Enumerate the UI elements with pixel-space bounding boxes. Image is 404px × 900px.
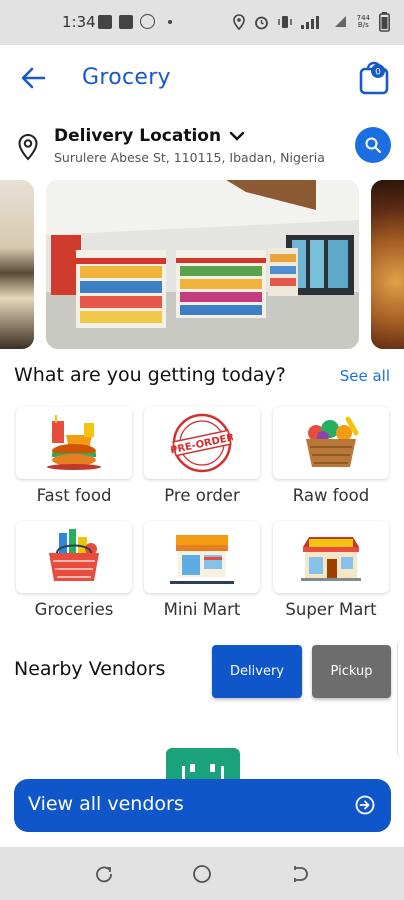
- category-label: Super Mart: [285, 600, 377, 619]
- category-label: Raw food: [292, 486, 370, 505]
- grocery-store-interior-image[interactable]: [46, 180, 359, 349]
- category-label: Pre order: [164, 486, 240, 505]
- home-icon[interactable]: [192, 864, 212, 884]
- delivery-toggle-button[interactable]: Delivery: [212, 645, 302, 698]
- view-all-vendors-button[interactable]: View all vendors: [14, 779, 391, 832]
- status-left-icons: [98, 14, 172, 29]
- super-mart-icon: [301, 537, 361, 581]
- grocery-basket-icon: [49, 529, 99, 581]
- category-fast-food[interactable]: Fast food: [16, 407, 132, 505]
- nearby-vendors-title: Nearby Vendors: [14, 658, 166, 680]
- category-fast-food-tile: [16, 407, 132, 479]
- chevron-down-icon: [229, 131, 245, 141]
- system-nav-bar: [0, 847, 404, 900]
- cooked-food-image[interactable]: [371, 180, 404, 349]
- category-pre-order-tile: PRE-ORDER: [144, 407, 260, 479]
- status-right-icons: 744 B/s: [232, 12, 390, 32]
- location-pin-icon: [18, 133, 38, 161]
- back-nav-icon[interactable]: [290, 864, 310, 884]
- battery-icon: [379, 12, 390, 32]
- app-bar: Grocery 0: [0, 45, 404, 113]
- search-icon: [365, 137, 381, 153]
- fast-food-icon: [47, 415, 101, 470]
- category-label: Fast food: [36, 486, 112, 505]
- delivery-location-bar: Delivery Location Surulere Abese St, 110…: [0, 120, 404, 172]
- signal-icon: [300, 16, 319, 29]
- grains-market-image[interactable]: [0, 180, 34, 349]
- facebook-icon: [119, 14, 133, 29]
- delivery-address: Surulere Abese St, 110115, Ibadan, Niger…: [54, 150, 325, 165]
- store-illustration: [46, 180, 359, 349]
- category-label: Groceries: [34, 600, 114, 619]
- category-groceries[interactable]: Groceries: [16, 521, 132, 619]
- category-pre-order[interactable]: PRE-ORDER Pre order: [144, 407, 260, 505]
- t-app-icon: [98, 14, 112, 29]
- horizontal-scroll-edge: [397, 640, 404, 758]
- network-speed-unit: B/s: [357, 21, 369, 29]
- shazam-icon: [140, 14, 155, 29]
- pickup-toggle-button[interactable]: Pickup: [312, 645, 391, 698]
- promo-carousel[interactable]: [0, 180, 404, 350]
- vegetable-basket-icon: [306, 416, 359, 467]
- status-time: 1:34: [62, 13, 96, 31]
- see-all-link[interactable]: See all: [340, 367, 390, 385]
- mini-mart-icon: [170, 535, 234, 584]
- arrow-right-circle-icon: [355, 795, 375, 815]
- pre-order-stamp-icon: PRE-ORDER: [171, 413, 233, 473]
- delivery-location-selector[interactable]: Delivery Location: [54, 126, 245, 146]
- category-label: Mini Mart: [163, 600, 241, 619]
- recent-apps-icon[interactable]: [94, 864, 114, 884]
- category-groceries-tile: [16, 521, 132, 593]
- search-button[interactable]: [355, 127, 391, 163]
- view-all-vendors-label: View all vendors: [28, 793, 184, 815]
- status-bar: 1:34 744 B/s: [0, 0, 404, 45]
- cart-icon[interactable]: 0: [359, 61, 389, 95]
- back-arrow-icon[interactable]: [18, 64, 48, 92]
- category-mini-mart-tile: [144, 521, 260, 593]
- categories-header: What are you getting today? See all: [14, 362, 390, 392]
- categories-title: What are you getting today?: [14, 364, 286, 386]
- location-icon: [232, 14, 245, 30]
- wifi-icon: [334, 16, 346, 27]
- category-super-mart-tile: [273, 521, 389, 593]
- network-speed: 744 B/s: [357, 15, 370, 29]
- alarm-icon: [254, 16, 268, 29]
- cart-count: 0: [375, 68, 381, 78]
- vibrate-icon: [277, 16, 292, 28]
- page-title: Grocery: [82, 65, 171, 90]
- category-super-mart[interactable]: Super Mart: [273, 521, 389, 619]
- category-raw-food[interactable]: Raw food: [273, 407, 389, 505]
- delivery-location-label: Delivery Location: [54, 126, 222, 146]
- category-raw-food-tile: [273, 407, 389, 479]
- more-notifications-icon: [168, 19, 172, 24]
- category-mini-mart[interactable]: Mini Mart: [144, 521, 260, 619]
